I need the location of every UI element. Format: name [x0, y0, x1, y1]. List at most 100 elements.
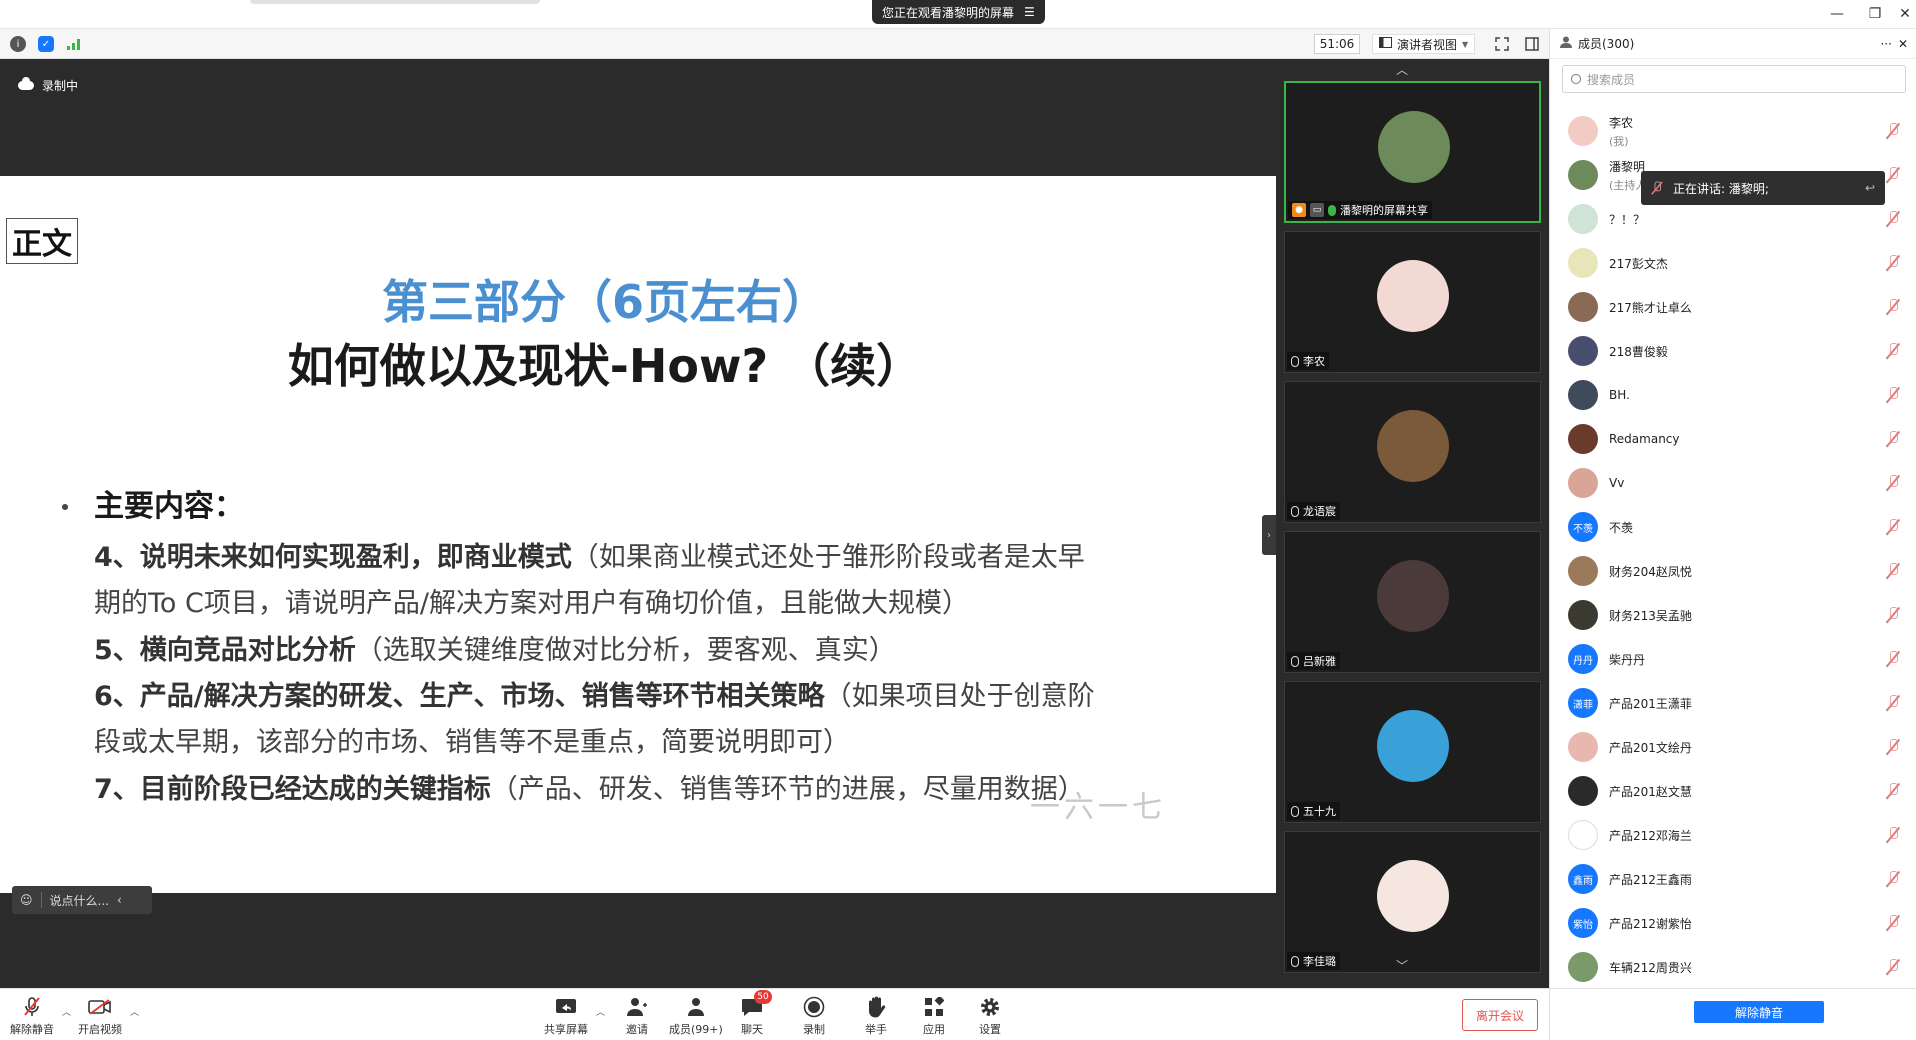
mic-muted-icon[interactable]	[1887, 387, 1899, 403]
member-row[interactable]: 车辆212周贵兴	[1550, 945, 1916, 989]
member-row[interactable]: Redamancy	[1550, 417, 1916, 461]
info-icon[interactable]: i	[10, 36, 26, 52]
chevron-up-icon[interactable]: ︿	[596, 1005, 605, 1018]
record-label: 录制	[803, 1023, 825, 1036]
mic-muted-icon[interactable]	[1887, 431, 1899, 447]
members-label: 成员(99+)	[669, 1023, 723, 1036]
viewing-screen-banner[interactable]: 您正在观看潘黎明的屏幕 ☰	[872, 0, 1045, 24]
close-icon[interactable]: ✕	[1898, 37, 1908, 51]
fullscreen-icon[interactable]	[1494, 36, 1510, 52]
member-row[interactable]: 产品201赵文慧	[1550, 769, 1916, 813]
apps-button[interactable]: 应用	[922, 993, 946, 1037]
view-mode-dropdown[interactable]: 演讲者视图 ▼	[1372, 34, 1476, 54]
member-name: 产品212邓海兰	[1609, 827, 1692, 844]
member-row[interactable]: 产品201文绘丹	[1550, 725, 1916, 769]
unmute-button[interactable]: 解除静音	[10, 993, 54, 1037]
mic-muted-icon[interactable]	[1887, 255, 1899, 271]
people-icon	[684, 996, 708, 1018]
members-button[interactable]: 成员(99+)	[669, 993, 723, 1037]
chevron-down-icon: ▼	[1462, 39, 1469, 49]
avatar: 紫怡	[1568, 908, 1598, 938]
video-tile[interactable]: 李佳璐	[1284, 831, 1541, 973]
member-row[interactable]: 鑫雨 产品212王鑫雨	[1550, 857, 1916, 901]
mic-muted-icon[interactable]	[1887, 519, 1899, 535]
member-row[interactable]: 丹丹 柴丹丹	[1550, 637, 1916, 681]
mic-muted-icon[interactable]	[1887, 871, 1899, 887]
chevron-up-icon[interactable]: ︿	[1396, 61, 1408, 78]
settings-label: 设置	[979, 1023, 1001, 1036]
mic-muted-icon[interactable]	[1887, 651, 1899, 667]
close-button[interactable]: ✕	[1890, 4, 1916, 24]
video-tile[interactable]: ● ▭ 潘黎明的屏幕共享	[1284, 81, 1541, 223]
member-row[interactable]: 217彭文杰	[1550, 241, 1916, 285]
mic-muted-icon[interactable]	[1887, 915, 1899, 931]
unmute-all-button[interactable]: 解除静音	[1694, 1001, 1824, 1023]
start-video-button[interactable]: 开启视频	[78, 993, 122, 1037]
member-name-text: 产品201文绘丹	[1609, 740, 1692, 755]
mic-muted-icon[interactable]	[1887, 563, 1899, 579]
member-row[interactable]: 财务204赵凤悦	[1550, 549, 1916, 593]
share-screen-button[interactable]: 共享屏幕	[544, 993, 588, 1037]
record-button[interactable]: 录制	[802, 993, 826, 1037]
collapse-thumbnails-tab[interactable]: ›	[1262, 515, 1276, 555]
member-row[interactable]: 217熊才让卓么	[1550, 285, 1916, 329]
mic-muted-icon[interactable]	[1887, 607, 1899, 623]
member-row[interactable]: 潇菲 产品201王潇菲	[1550, 681, 1916, 725]
member-name-text: 潘黎明	[1609, 159, 1646, 174]
video-tile[interactable]: 龙语宸	[1284, 381, 1541, 523]
mic-muted-icon[interactable]	[1887, 739, 1899, 755]
mic-muted-icon[interactable]	[1887, 827, 1899, 843]
chevron-up-icon[interactable]: ︿	[130, 1005, 139, 1018]
mic-muted-icon[interactable]	[1887, 695, 1899, 711]
member-row[interactable]: 财务213吴孟驰	[1550, 593, 1916, 637]
meeting-timer: 51:06	[1314, 34, 1360, 54]
sidebar-toggle-icon[interactable]	[1524, 36, 1540, 52]
member-row[interactable]: 218曹俊毅	[1550, 329, 1916, 373]
chat-button[interactable]: 50 聊天	[740, 990, 772, 1037]
gear-icon	[978, 996, 1002, 1018]
member-name-text: 产品212王鑫雨	[1609, 872, 1692, 887]
raise-hand-button[interactable]: 举手	[864, 993, 888, 1037]
mic-muted-icon[interactable]	[1887, 299, 1899, 315]
shield-icon[interactable]: ✓	[38, 36, 54, 52]
member-row[interactable]: 不羡 不羡	[1550, 505, 1916, 549]
signal-icon[interactable]	[66, 36, 82, 52]
mic-muted-icon[interactable]	[1887, 123, 1899, 139]
video-tile[interactable]: 李农	[1284, 231, 1541, 373]
slide-heading: 主要内容：	[94, 489, 244, 524]
member-row[interactable]: 产品212邓海兰	[1550, 813, 1916, 857]
chevron-down-icon[interactable]: ﹀	[1396, 957, 1408, 974]
quick-chat-input[interactable]: ☺ 说点什么... ‹	[12, 886, 152, 914]
mic-muted-icon[interactable]	[1887, 959, 1899, 975]
member-row[interactable]: 李农 (我)	[1550, 109, 1916, 153]
video-tile[interactable]: 五十九	[1284, 681, 1541, 823]
leave-meeting-button[interactable]: 离开会议	[1462, 999, 1538, 1031]
minimize-button[interactable]: —	[1822, 4, 1852, 24]
mic-muted-icon	[20, 996, 44, 1018]
more-icon[interactable]: ···	[1880, 37, 1891, 51]
member-search-input[interactable]: 搜索成员	[1562, 65, 1906, 93]
member-name-text: 财务204赵凤悦	[1609, 564, 1692, 579]
settings-button[interactable]: 设置	[978, 993, 1002, 1037]
mic-muted-icon[interactable]	[1887, 475, 1899, 491]
slide-item: 期的To C项目，请说明产品/解决方案对用户有确切价值，且能做大规模）	[94, 588, 969, 619]
invite-button[interactable]: 邀请	[625, 993, 649, 1037]
member-row[interactable]: BH.	[1550, 373, 1916, 417]
member-row[interactable]: 紫怡 产品212谢紫怡	[1550, 901, 1916, 945]
reply-icon[interactable]: ↩	[1865, 181, 1875, 195]
mic-muted-icon[interactable]	[1887, 343, 1899, 359]
avatar: 潇菲	[1568, 688, 1598, 718]
emoji-icon[interactable]: ☺	[20, 893, 33, 907]
mic-muted-icon[interactable]	[1887, 167, 1899, 183]
member-row[interactable]: Vv	[1550, 461, 1916, 505]
mic-muted-icon[interactable]	[1887, 783, 1899, 799]
chevron-left-icon[interactable]: ‹	[117, 893, 122, 907]
chat-placeholder: 说点什么...	[49, 893, 109, 908]
mic-muted-icon[interactable]	[1887, 211, 1899, 227]
video-tile-name: 潘黎明的屏幕共享	[1340, 204, 1428, 217]
chevron-up-icon[interactable]: ︿	[62, 1005, 71, 1018]
video-tile[interactable]: 吕新雅	[1284, 531, 1541, 673]
restore-button[interactable]: ❐	[1860, 4, 1890, 24]
panel-title: 成员(300)	[1578, 37, 1635, 51]
menu-icon[interactable]: ☰	[1024, 5, 1035, 19]
